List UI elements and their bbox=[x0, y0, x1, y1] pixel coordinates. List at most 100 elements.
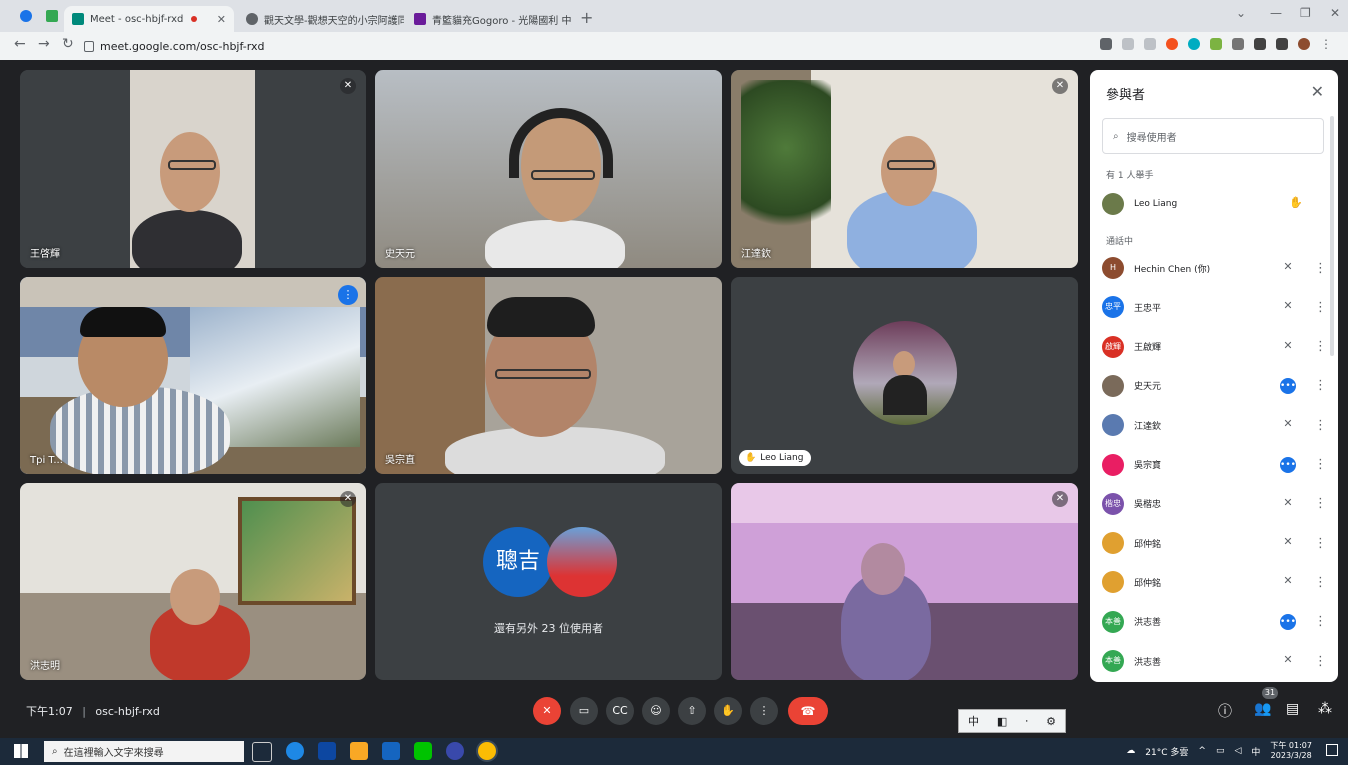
extension-gray-icon[interactable] bbox=[1232, 38, 1244, 50]
mic-off-icon[interactable]: ✕ bbox=[1280, 299, 1296, 315]
taskbar-search-input[interactable]: ⌕ 在這裡輸入文字來搜尋 bbox=[44, 741, 244, 762]
mail-icon[interactable] bbox=[382, 742, 400, 760]
video-tile-speaking[interactable]: Tpi T... ⋮ bbox=[20, 277, 366, 474]
mic-toggle-button[interactable]: ✕ bbox=[533, 697, 561, 725]
star-icon[interactable] bbox=[1144, 38, 1156, 50]
reload-icon[interactable]: ↻ bbox=[62, 36, 74, 52]
raise-hand-button[interactable]: ✋ bbox=[714, 697, 742, 725]
ime-toolbar[interactable]: 中 ◧ ⸱ ⚙ bbox=[958, 709, 1066, 733]
more-actions-icon[interactable]: ⋮ bbox=[1314, 457, 1327, 472]
mic-off-icon[interactable]: ✕ bbox=[1280, 653, 1296, 669]
more-actions-icon[interactable]: ⋮ bbox=[1314, 300, 1327, 315]
more-actions-icon[interactable]: ⋮ bbox=[1314, 654, 1327, 669]
participant-row[interactable]: 本善 洪志善 ••• ⋮ bbox=[1102, 608, 1327, 636]
tab-gogoro[interactable]: 青籃貓充Gogoro - 光陽國利 中文 ✕ bbox=[406, 6, 572, 32]
notification-icon[interactable] bbox=[1326, 744, 1338, 756]
chat-button[interactable]: ▤ bbox=[1286, 701, 1299, 717]
new-tab-button[interactable]: + bbox=[580, 8, 593, 27]
app-blue-icon[interactable] bbox=[318, 742, 336, 760]
task-view-icon[interactable] bbox=[252, 742, 272, 762]
windows-start-icon[interactable] bbox=[14, 744, 28, 758]
more-options-button[interactable]: ⋮ bbox=[750, 697, 778, 725]
speaking-indicator-icon[interactable]: ••• bbox=[1280, 613, 1296, 630]
address-bar[interactable]: meet.google.com/osc-hbjf-rxd bbox=[84, 35, 1084, 57]
emoji-button[interactable]: ☺ bbox=[642, 697, 670, 725]
others-tile[interactable]: 聰吉 還有另外 23 位使用者 bbox=[375, 483, 722, 680]
extension-teal-icon[interactable] bbox=[1188, 38, 1200, 50]
more-actions-icon[interactable]: ⋮ bbox=[1314, 339, 1327, 354]
camera-icon[interactable] bbox=[1100, 38, 1112, 50]
people-button[interactable]: 👥 bbox=[1254, 701, 1271, 717]
more-actions-icon[interactable]: ⋮ bbox=[1314, 496, 1327, 511]
edge-icon[interactable] bbox=[286, 742, 304, 760]
ime-layout-icon[interactable]: ◧ bbox=[997, 715, 1007, 728]
participant-row[interactable]: 邱仲銘 ✕ ⋮ bbox=[1102, 529, 1327, 557]
mic-off-icon[interactable]: ✕ bbox=[1280, 260, 1296, 276]
participant-row[interactable]: 本善 洪志善 ✕ ⋮ bbox=[1102, 647, 1327, 675]
mic-off-icon[interactable]: ✕ bbox=[1280, 417, 1296, 433]
line-icon[interactable] bbox=[414, 742, 432, 760]
video-tile[interactable]: 吳宗直 bbox=[375, 277, 722, 474]
taskbar-clock[interactable]: 下午 01:07 2023/3/28 bbox=[1270, 741, 1312, 761]
chrome-taskbar-icon[interactable] bbox=[478, 742, 496, 760]
close-window-icon[interactable]: ✕ bbox=[1330, 6, 1340, 20]
participant-row[interactable]: 啟輝 王啟輝 ✕ ⋮ bbox=[1102, 333, 1327, 361]
video-tile[interactable]: 史天元 bbox=[375, 70, 722, 268]
sidepanel-icon[interactable] bbox=[1276, 38, 1288, 50]
panel-scrollbar[interactable] bbox=[1330, 116, 1334, 356]
more-actions-icon[interactable]: ⋮ bbox=[1314, 261, 1327, 276]
more-actions-icon[interactable]: ⋮ bbox=[1314, 614, 1327, 629]
participant-row[interactable]: 邱仲銘 ✕ ⋮ bbox=[1102, 568, 1327, 596]
mic-off-icon[interactable]: ✕ bbox=[1280, 574, 1296, 590]
meeting-details-button[interactable]: ⓘ bbox=[1218, 701, 1232, 721]
participant-row[interactable]: 史天元 ••• ⋮ bbox=[1102, 372, 1327, 400]
participant-row[interactable]: 忠平 王忠平 ✕ ⋮ bbox=[1102, 293, 1327, 321]
video-tile[interactable]: ✕ bbox=[731, 483, 1078, 680]
volume-icon[interactable]: ◁ bbox=[1234, 746, 1241, 756]
more-actions-icon[interactable]: ⋮ bbox=[1314, 378, 1327, 393]
close-tab-icon[interactable]: ✕ bbox=[217, 13, 226, 26]
participant-row[interactable]: 楷忠 吳楷忠 ✕ ⋮ bbox=[1102, 490, 1327, 518]
extension-green-icon[interactable] bbox=[1210, 38, 1222, 50]
raised-hand-row[interactable]: Leo Liang ✋ bbox=[1102, 190, 1322, 218]
teams-icon[interactable] bbox=[446, 742, 464, 760]
chrome-icon[interactable] bbox=[20, 10, 32, 22]
tab-meet[interactable]: Meet - osc-hbjf-rxd ✕ bbox=[64, 6, 234, 32]
participant-row[interactable]: 吳宗寶 ••• ⋮ bbox=[1102, 451, 1327, 479]
video-tile[interactable]: 江達欽 ✕ bbox=[731, 70, 1078, 268]
leave-call-button[interactable]: ☎ bbox=[788, 697, 828, 725]
tray-expand-icon[interactable]: ^ bbox=[1198, 746, 1206, 756]
restore-icon[interactable]: ❐ bbox=[1300, 6, 1311, 20]
video-tile[interactable]: 王啓輝 ✕ bbox=[20, 70, 366, 268]
extension-orange-icon[interactable] bbox=[1166, 38, 1178, 50]
puzzle-icon[interactable] bbox=[1254, 38, 1266, 50]
close-panel-icon[interactable]: ✕ bbox=[1311, 82, 1324, 101]
menu-icon[interactable]: ⋮ bbox=[1320, 38, 1332, 50]
more-actions-icon[interactable]: ⋮ bbox=[1314, 536, 1327, 551]
participant-search-input[interactable]: ⌕ 搜尋使用者 bbox=[1102, 118, 1324, 154]
tab-astronomy[interactable]: 觀天文學-觀想天空的小宗阿護同 ✕ bbox=[238, 6, 404, 32]
tab-search-icon[interactable]: ⌄ bbox=[1236, 6, 1246, 20]
activities-button[interactable]: ⁂ bbox=[1318, 701, 1332, 717]
hand-icon[interactable]: ✋ bbox=[1288, 196, 1304, 212]
participant-row[interactable]: 江達欽 ✕ ⋮ bbox=[1102, 411, 1327, 439]
avatar-tile[interactable]: ✋ Leo Liang bbox=[731, 277, 1078, 474]
speaking-indicator-icon[interactable]: ••• bbox=[1280, 456, 1296, 473]
network-icon[interactable]: ▭ bbox=[1216, 746, 1225, 756]
back-icon[interactable]: ← bbox=[14, 36, 26, 52]
profile-avatar[interactable] bbox=[1298, 38, 1310, 50]
extension-icon[interactable] bbox=[46, 10, 58, 22]
forward-icon[interactable]: → bbox=[38, 36, 50, 52]
minimize-icon[interactable]: — bbox=[1270, 6, 1282, 20]
speaking-indicator-icon[interactable]: ••• bbox=[1280, 377, 1296, 394]
ime-punct-icon[interactable]: ⸱ bbox=[1025, 714, 1028, 729]
mic-off-icon[interactable]: ✕ bbox=[1280, 339, 1296, 355]
participant-row[interactable]: H Hechin Chen (你) ✕ ⋮ bbox=[1102, 254, 1327, 282]
file-explorer-icon[interactable] bbox=[350, 742, 368, 760]
more-actions-icon[interactable]: ⋮ bbox=[1314, 575, 1327, 590]
share-icon[interactable] bbox=[1122, 38, 1134, 50]
present-button[interactable]: ⇧ bbox=[678, 697, 706, 725]
video-tile[interactable]: 洪志明 ✕ bbox=[20, 483, 366, 680]
mic-off-icon[interactable]: ✕ bbox=[1280, 535, 1296, 551]
more-actions-icon[interactable]: ⋮ bbox=[1314, 418, 1327, 433]
